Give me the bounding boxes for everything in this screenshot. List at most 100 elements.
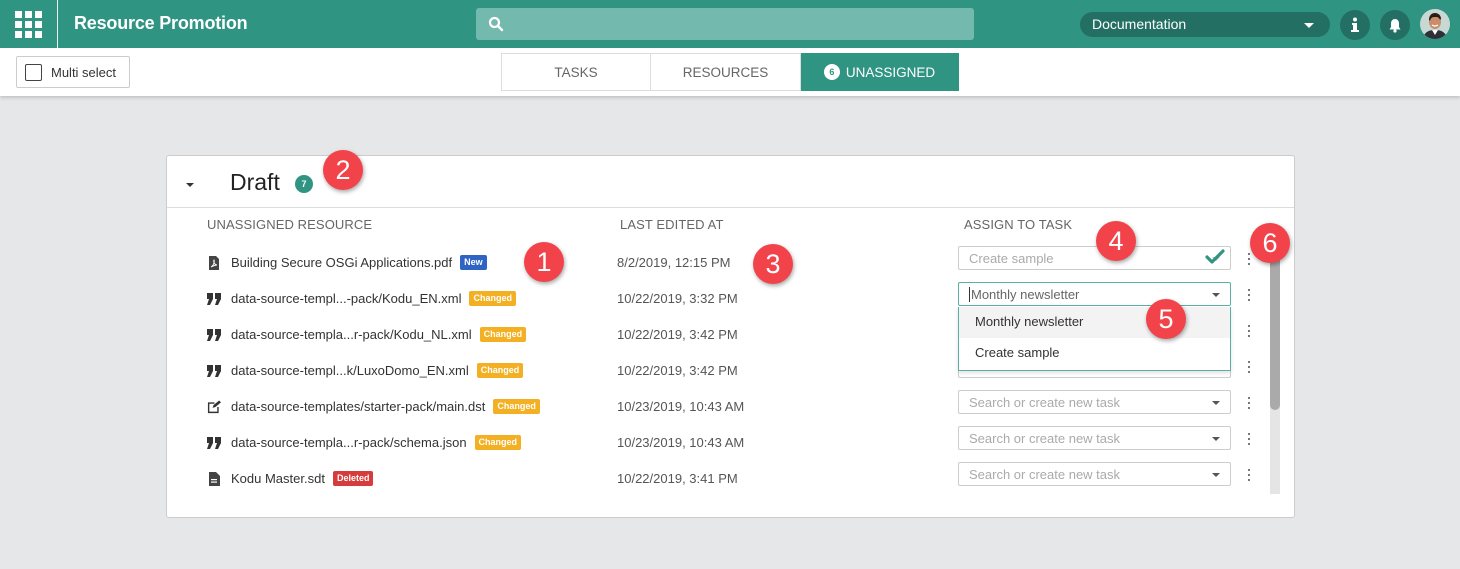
dropdown-option[interactable]: Monthly newsletter [959,307,1230,338]
search-icon [488,16,504,32]
last-edited: 10/22/2019, 3:42 PM [617,327,738,342]
draft-panel: Draft 7 UNASSIGNED RESOURCE LAST EDITED … [166,155,1295,518]
chevron-down-icon [1212,473,1220,477]
file-icon [207,471,221,487]
task-select[interactable]: Search or create new task [958,426,1231,450]
multi-select-toggle[interactable]: Multi select [16,56,130,88]
resource-name[interactable]: data-source-templates/starter-pack/main.… [231,399,540,414]
last-edited: 10/22/2019, 3:42 PM [617,363,738,378]
table-row: Kodu Master.sdt Deleted 10/22/2019, 3:41 P… [167,461,1267,497]
info-icon [1351,17,1359,32]
task-select[interactable]: Search or create new task [958,462,1231,486]
resource-name-text: data-source-templates/starter-pack/main.… [231,399,486,414]
chevron-down-icon [1212,401,1220,405]
table-row: data-source-templates/starter-pack/main.… [167,389,1267,425]
task-select-value: Search or create new task [969,467,1121,482]
last-edited: 10/23/2019, 10:43 AM [617,435,745,450]
task-select-value: Search or create new task [969,395,1121,410]
dropdown-option[interactable]: Create sample [959,338,1230,369]
tab-unassigned-label: UNASSIGNED [845,64,936,80]
app-title: Resource Promotion [74,13,248,33]
status-badge: New [460,255,487,270]
status-badge: Changed [469,291,516,306]
status-badge: Changed [479,327,527,342]
resource-name[interactable]: Kodu Master.sdt Deleted [231,471,374,486]
last-edited: 10/22/2019, 3:41 PM [617,471,738,486]
collapse-caret-icon[interactable] [186,183,194,187]
bell-icon [1389,18,1401,33]
checkbox-icon[interactable] [25,63,42,81]
annotation-marker: 6 [1250,223,1290,263]
annotation-marker: 3 [753,244,793,284]
resource-name-text: data-source-templ...-pack/Kodu_EN.xml [231,291,462,306]
status-badge: Changed [474,435,522,450]
resource-name-text: data-source-templa...r-pack/Kodu_NL.xml [231,327,472,342]
task-select[interactable]: Create sample [958,246,1231,270]
row-menu-icon[interactable] [1245,289,1253,301]
task-select[interactable]: Monthly newsletter [958,282,1231,306]
status-badge: Changed [476,363,524,378]
pdf-icon [207,255,221,271]
column-header-resource: UNASSIGNED RESOURCE [207,217,373,232]
row-menu-icon[interactable] [1245,361,1253,373]
task-select[interactable]: Search or create new task [958,390,1231,414]
status-badge: Changed [493,399,540,414]
apps-grid-icon [15,10,42,38]
last-edited: 8/2/2019, 12:15 PM [617,255,731,270]
unassigned-count-badge: 6 [823,64,840,80]
annotation-marker: 2 [323,150,363,190]
view-tabs: TASKS RESOURCES 6 UNASSIGNED [501,53,959,91]
notifications-button[interactable] [1380,10,1410,40]
top-bar: Resource Promotion Documentation [0,0,1460,48]
confirm-check-icon[interactable] [1204,246,1226,268]
quote-icon [207,363,221,379]
row-menu-icon[interactable] [1245,325,1253,337]
scrollbar-thumb[interactable] [1270,260,1280,410]
table-row: data-source-templa...r-pack/schema.json C… [167,425,1267,461]
annotation-marker: 1 [524,242,564,282]
avatar-photo-icon [1420,9,1450,39]
sub-toolbar: Multi select TASKS RESOURCES 6 UNASSIGNE… [0,48,1460,96]
resource-name[interactable]: Building Secure OSGi Applications.pdf New [231,255,487,270]
quote-icon [207,291,221,307]
quote-icon [207,327,221,343]
resource-name[interactable]: data-source-templ...k/LuxoDomo_EN.xml Cha… [231,363,524,378]
chevron-down-icon [1212,293,1220,297]
site-selector-label: Documentation [1092,16,1187,32]
row-menu-icon[interactable] [1245,469,1253,481]
row-menu-icon[interactable] [1245,253,1253,265]
chevron-down-icon [1304,23,1314,28]
tab-resources[interactable]: RESOURCES [651,53,801,91]
quote-icon [207,435,221,451]
column-header-edited: LAST EDITED AT [620,217,724,232]
row-menu-icon[interactable] [1245,433,1253,445]
info-button[interactable] [1340,10,1370,40]
resource-name-text: Kodu Master.sdt [231,471,325,486]
last-edited: 10/23/2019, 10:43 AM [617,399,745,414]
tab-tasks[interactable]: TASKS [501,53,651,91]
last-edited: 10/22/2019, 3:32 PM [617,291,738,306]
task-select-value: Search or create new task [969,431,1121,446]
tab-unassigned[interactable]: 6 UNASSIGNED [801,53,959,91]
status-badge: Deleted [332,471,374,486]
resource-name-text: data-source-templa...r-pack/schema.json [231,435,467,450]
row-menu-icon[interactable] [1245,397,1253,409]
annotation-marker: 5 [1146,299,1186,339]
resource-name[interactable]: data-source-templa...r-pack/schema.json C… [231,435,522,450]
resource-name[interactable]: data-source-templ...-pack/Kodu_EN.xml Cha… [231,291,516,306]
column-header-assign: ASSIGN TO TASK [964,217,1073,232]
multi-select-label: Multi select [51,64,117,80]
resource-name[interactable]: data-source-templa...r-pack/Kodu_NL.xml C… [231,327,527,342]
search-input[interactable] [476,8,974,40]
task-dropdown-menu: Monthly newsletter Create sample [958,307,1231,371]
resource-name-text: Building Secure OSGi Applications.pdf [231,255,453,270]
task-select-value: Monthly newsletter [971,287,1080,302]
panel-title: Draft [230,169,280,195]
site-selector[interactable]: Documentation [1080,12,1330,37]
app-launcher-button[interactable] [0,0,58,48]
draft-count-badge: 7 [295,175,313,193]
user-avatar[interactable] [1420,9,1450,39]
annotation-marker: 4 [1096,221,1136,261]
scrollbar[interactable] [1270,260,1280,494]
chevron-down-icon [1212,437,1220,441]
